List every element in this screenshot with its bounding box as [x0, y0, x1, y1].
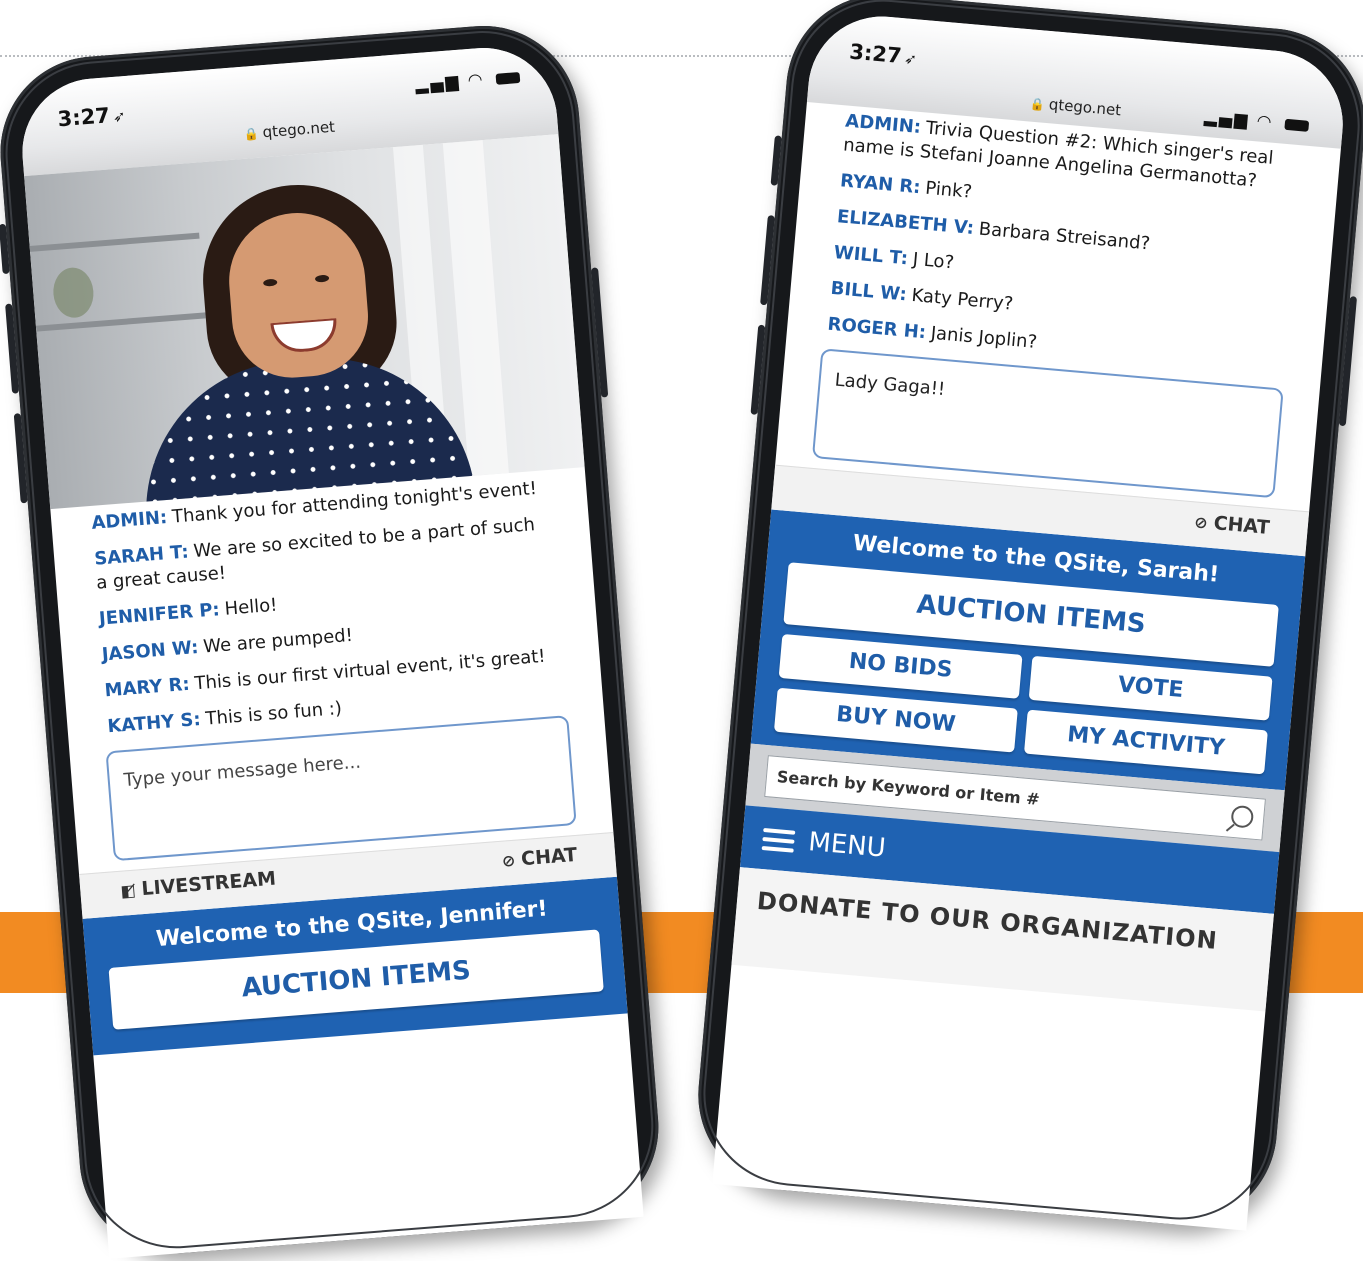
power-button: [591, 267, 609, 398]
search-icon[interactable]: [1230, 804, 1255, 829]
chat-message-input[interactable]: Type your message here...: [105, 715, 577, 862]
status-time: 3:27➶: [56, 103, 127, 132]
wifi-icon: ◠: [466, 69, 486, 92]
status-time: 3:27➶: [848, 39, 918, 69]
curtain: [442, 140, 509, 477]
vote-button[interactable]: VOTE: [1028, 655, 1273, 721]
smile: [270, 318, 339, 355]
chat-username: ELIZABETH V:: [836, 206, 975, 240]
volume-up-button: [760, 215, 775, 306]
chat-toggle-button[interactable]: ⊘ CHAT: [501, 844, 578, 872]
mute-switch: [770, 135, 782, 186]
livestream-video[interactable]: [24, 134, 585, 510]
volume-down-button: [750, 324, 766, 415]
shelf: [35, 312, 206, 332]
chat-username: JENNIFER P:: [98, 599, 221, 630]
chat-username: ADMIN:: [90, 507, 168, 534]
search-placeholder: Search by Keyword or Item #: [776, 767, 1041, 809]
chat-text: Barbara Streisand?: [977, 218, 1151, 255]
chat-off-icon: ⊘: [501, 850, 516, 871]
chat-text: This is so fun :): [204, 697, 343, 730]
eye: [262, 278, 278, 287]
status-icons: ▂▄▆ ◠: [415, 67, 521, 95]
left-screen: 3:27 ➶ ▂▄▆ ◠ 🔒 qtego.net ADMIN: Thank yo…: [16, 42, 644, 1259]
mute-switch: [0, 223, 10, 275]
chat-username: JASON W:: [101, 636, 200, 666]
chat-text: Pink?: [924, 177, 973, 203]
my-activity-button[interactable]: MY ACTIVITY: [1023, 709, 1268, 775]
chat-text: We are pumped!: [202, 624, 354, 658]
no-bids-button[interactable]: NO BIDS: [778, 633, 1023, 699]
buy-now-button[interactable]: BUY NOW: [773, 687, 1018, 753]
signal-icon: ▂▄▆: [414, 71, 462, 96]
shelf: [29, 232, 200, 252]
eye: [314, 274, 330, 283]
right-phone: 3:27➶ ▂▄▆ ◠ 🔒 qtego.net ADMIN: Trivia Ques…: [690, 0, 1363, 1233]
lock-icon: 🔒: [243, 126, 260, 142]
qsite-panel: Welcome to the QSite, Sarah! AUCTION ITE…: [750, 509, 1306, 791]
location-arrow-icon: ➶: [903, 49, 918, 69]
left-phone: 3:27 ➶ ▂▄▆ ◠ 🔒 qtego.net ADMIN: Thank yo…: [0, 18, 666, 1261]
livestream-toggle-button[interactable]: ◧̸ LIVESTREAM: [120, 868, 277, 902]
chat-messages: ADMIN: Trivia Question #2: Which singer's…: [787, 102, 1341, 380]
chat-text: Hello!: [223, 594, 279, 620]
chat-username: ADMIN:: [844, 110, 922, 139]
hamburger-icon: [761, 823, 796, 858]
chat-username: WILL T:: [832, 241, 909, 270]
plant: [51, 266, 96, 320]
video-off-icon: ◧̸: [119, 880, 137, 901]
chat-username: KATHY S:: [106, 709, 202, 738]
menu-label: MENU: [807, 827, 887, 864]
chat-username: MARY R:: [103, 673, 191, 702]
chat-text: Katy Perry?: [910, 284, 1015, 315]
power-button: [1338, 296, 1358, 427]
url-text: qtego.net: [261, 117, 336, 142]
right-screen: 3:27➶ ▂▄▆ ◠ 🔒 qtego.net ADMIN: Trivia Ques…: [712, 10, 1349, 1231]
chat-toggle-button[interactable]: ⊘ CHAT: [1193, 510, 1271, 539]
volume-down-button: [13, 413, 28, 504]
battery-icon: [495, 71, 521, 85]
chat-messages: ADMIN: Thank you for attending tonight's …: [50, 467, 603, 742]
location-arrow-icon: ➶: [112, 107, 127, 126]
volume-up-button: [5, 303, 20, 394]
chat-text: J Lo?: [911, 248, 955, 274]
chat-text: Janis Joplin?: [929, 322, 1038, 353]
chat-username: BILL W:: [829, 277, 908, 306]
chat-username: RYAN R:: [839, 170, 922, 199]
chat-off-icon: ⊘: [1193, 512, 1209, 533]
url-text: qtego.net: [1048, 95, 1122, 120]
chat-username: ROGER H:: [826, 313, 927, 344]
lock-icon: 🔒: [1029, 96, 1046, 112]
